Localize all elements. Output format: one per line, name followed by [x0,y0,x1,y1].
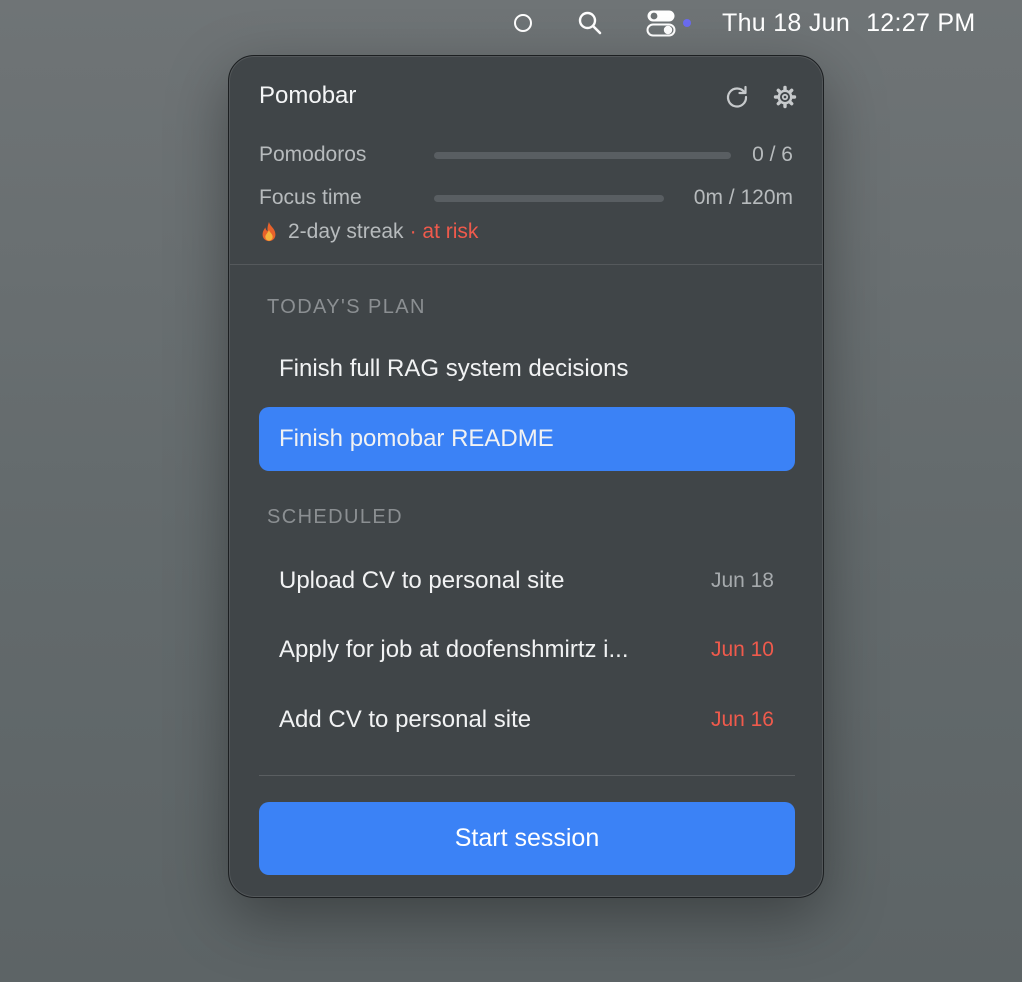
refresh-icon[interactable] [724,84,750,110]
circle-icon[interactable] [514,0,532,46]
todays-plan-heading: TODAY'S PLAN [267,296,426,318]
focus-time-value: 0m / 120m [693,186,793,209]
task-title: Finish full RAG system decisions [279,355,629,382]
scheduled-task-row[interactable]: Apply for job at doofenshmirtz i... Jun … [259,618,795,682]
menu-bar: Thu 18 Jun 12:27 PM [0,0,1022,46]
popover-title: Pomobar [259,82,357,109]
scheduled-task-row[interactable]: Add CV to personal site Jun 16 [259,688,795,752]
menubar-date: Thu 18 Jun [722,8,851,37]
pomodoros-label: Pomodoros [259,143,367,166]
plan-task-row[interactable]: Finish full RAG system decisions [259,337,795,401]
task-title: Apply for job at doofenshmirtz i... [279,636,629,663]
task-title: Upload CV to personal site [279,567,565,594]
task-title: Finish pomobar README [279,425,554,452]
streak-text: 2-day streak [288,220,404,243]
search-icon[interactable] [577,0,603,46]
footer-divider [259,775,795,776]
streak-indicator: 2-day streak · at risk [259,220,478,244]
menubar-clock[interactable]: Thu 18 Jun 12:27 PM [722,0,976,46]
focus-time-progress-bar [434,195,664,202]
flame-icon [262,221,276,242]
focus-time-label: Focus time [259,186,362,209]
gear-icon[interactable] [773,85,797,109]
task-due-date-overdue: Jun 16 [710,708,774,731]
streak-risk-label: · at risk [409,220,479,243]
scheduled-task-row[interactable]: Upload CV to personal site Jun 18 [259,549,795,613]
pomobar-popover: Pomobar Pomodoros 0 / 6 Focus time 0m / … [228,55,824,898]
menubar-time: 12:27 PM [866,8,976,37]
pomodoros-progress-bar [434,152,731,159]
plan-task-row-selected[interactable]: Finish pomobar README [259,407,795,471]
section-divider [229,264,823,265]
pomodoros-value: 0 / 6 [752,143,793,166]
task-due-date: Jun 18 [710,569,774,592]
start-session-button[interactable]: Start session [259,802,795,875]
task-due-date-overdue: Jun 10 [710,638,774,661]
task-title: Add CV to personal site [279,706,532,733]
control-center-icon[interactable] [646,0,696,46]
scheduled-heading: SCHEDULED [267,506,403,528]
